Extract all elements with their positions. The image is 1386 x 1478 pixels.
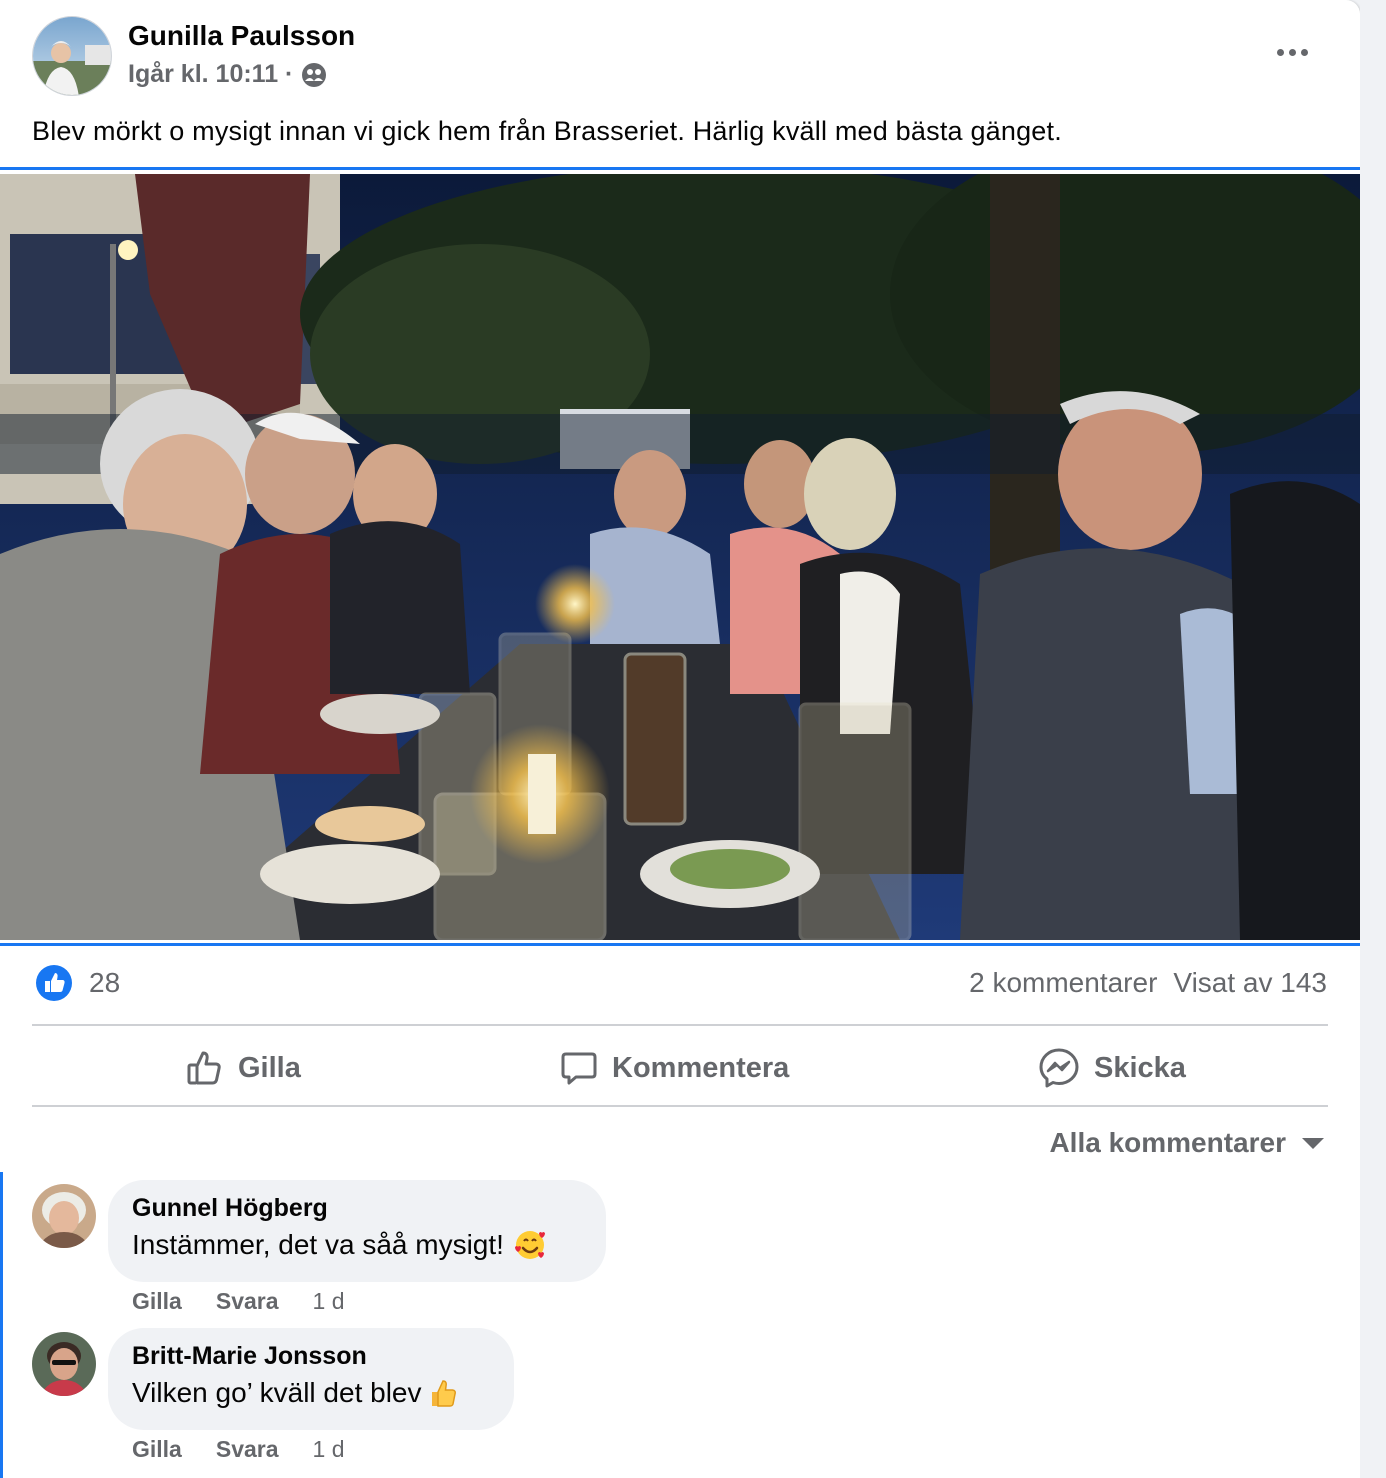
comment-like-link[interactable]: Gilla <box>132 1288 182 1315</box>
more-dot-icon <box>1276 48 1284 56</box>
comment-text-content: Instämmer, det va såå mysigt! <box>132 1229 504 1260</box>
reaction-count[interactable]: 28 <box>89 967 120 999</box>
comment-bubble: Britt-Marie Jonsson Vilken go’ kväll det… <box>108 1328 514 1430</box>
comment-sort-label: Alla kommentarer <box>1049 1127 1286 1158</box>
page-background <box>1360 0 1386 1478</box>
thumbs-up-emoji-icon <box>426 1377 458 1409</box>
comments-focus-border <box>0 1172 3 1478</box>
friends-icon <box>301 62 327 88</box>
view-count: Visat av 143 <box>1173 967 1327 998</box>
comment-reply-link[interactable]: Svara <box>216 1436 279 1463</box>
like-button-label: Gilla <box>238 1051 301 1084</box>
commenter-name[interactable]: Gunnel Högberg <box>132 1194 582 1223</box>
post-photo[interactable] <box>0 174 1360 940</box>
comment-time[interactable]: 1 d <box>313 1288 345 1315</box>
more-dot-icon <box>1288 48 1296 56</box>
divider <box>32 1105 1328 1107</box>
comment-reply-link[interactable]: Svara <box>216 1288 279 1315</box>
comment-button-label: Kommentera <box>612 1051 790 1084</box>
thumbs-up-icon <box>187 1051 221 1085</box>
post-card: Gunilla Paulsson Igår kl. 10:11 · Blev m… <box>0 0 1360 1478</box>
divider <box>32 1024 1328 1026</box>
more-options-button[interactable] <box>1268 34 1316 70</box>
comment-button[interactable]: Kommentera <box>560 1040 789 1096</box>
post-stats: 2 kommentarer Visat av 143 <box>969 967 1327 999</box>
comment-actions: Gilla Svara 1 d <box>132 1436 345 1463</box>
comment-time[interactable]: 1 d <box>313 1436 345 1463</box>
comment-sort-dropdown[interactable]: Alla kommentarer <box>1049 1127 1324 1159</box>
caret-down-icon <box>1302 1137 1324 1149</box>
post-text: Blev mörkt o mysigt innan vi gick hem fr… <box>32 116 1062 146</box>
comment-bubble-icon <box>561 1052 597 1085</box>
author-avatar[interactable] <box>32 16 112 96</box>
comment-text-content: Vilken go’ kväll det blev <box>132 1377 422 1408</box>
commenter-avatar[interactable] <box>32 1332 96 1396</box>
photo-focus-border <box>0 167 1360 170</box>
comment-text: Instämmer, det va såå mysigt! <box>132 1229 582 1261</box>
photo-focus-border <box>0 943 1360 946</box>
send-button[interactable]: Skicka <box>1038 1040 1186 1096</box>
comment-like-link[interactable]: Gilla <box>132 1436 182 1463</box>
like-reaction-icon[interactable] <box>36 965 72 1001</box>
more-dot-icon <box>1300 48 1308 56</box>
like-button[interactable]: Gilla <box>186 1040 301 1096</box>
comment-bubble: Gunnel Högberg Instämmer, det va såå mys… <box>108 1180 606 1282</box>
comment-actions: Gilla Svara 1 d <box>132 1288 345 1315</box>
commenter-name[interactable]: Britt-Marie Jonsson <box>132 1342 490 1371</box>
post-meta: Igår kl. 10:11 · <box>128 60 327 89</box>
smiling-face-with-hearts-icon <box>514 1229 546 1261</box>
messenger-icon <box>1039 1048 1079 1088</box>
comment-count[interactable]: 2 kommentarer <box>969 967 1157 999</box>
author-name[interactable]: Gunilla Paulsson <box>128 20 355 52</box>
commenter-avatar[interactable] <box>32 1184 96 1248</box>
comment-text: Vilken go’ kväll det blev <box>132 1377 490 1409</box>
send-button-label: Skicka <box>1094 1051 1186 1084</box>
post-timestamp[interactable]: Igår kl. 10:11 · <box>128 60 293 89</box>
